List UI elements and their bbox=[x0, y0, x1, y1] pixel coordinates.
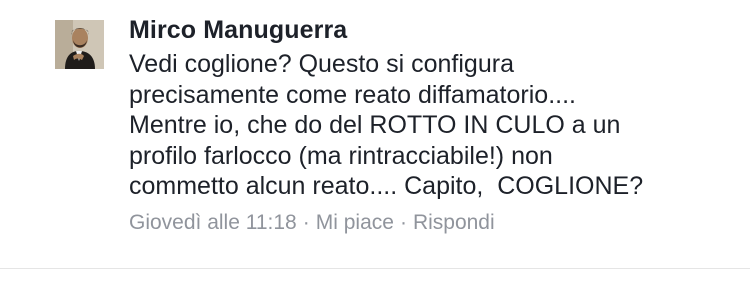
meta-separator: · bbox=[399, 210, 407, 234]
divider bbox=[0, 268, 750, 269]
author-name[interactable]: Mirco Manuguerra bbox=[129, 12, 729, 48]
comment-text-line: Vedi coglione? Questo si configura bbox=[129, 50, 514, 78]
avatar-photo bbox=[55, 20, 104, 69]
comment-text-line: profilo farlocco (ma rintracciabile!) no… bbox=[129, 141, 553, 170]
comment-meta: Giovedì alle 11:18 · Mi piace · Rispondi bbox=[129, 208, 729, 238]
reply-button[interactable]: Rispondi bbox=[413, 211, 495, 234]
meta-separator: · bbox=[302, 210, 310, 234]
comment-content: Mirco Manuguerra Vedi coglione? Questo s… bbox=[129, 12, 729, 238]
comment-text: Vedi coglione? Questo si configura preci… bbox=[129, 49, 729, 202]
comment-text-line: Mentre io, che do del ROTTO IN CULO a un bbox=[129, 111, 621, 139]
comment-text-line: precisamente come reato diffamatorio.... bbox=[129, 80, 576, 109]
comment-text-line: commetto alcun reato.... Capito, COGLION… bbox=[129, 172, 644, 200]
comment-item: Mirco Manuguerra Vedi coglione? Questo s… bbox=[0, 0, 750, 293]
timestamp-link[interactable]: Giovedì alle 11:18 bbox=[129, 211, 297, 234]
avatar[interactable] bbox=[55, 20, 104, 69]
like-button[interactable]: Mi piace bbox=[316, 211, 394, 234]
